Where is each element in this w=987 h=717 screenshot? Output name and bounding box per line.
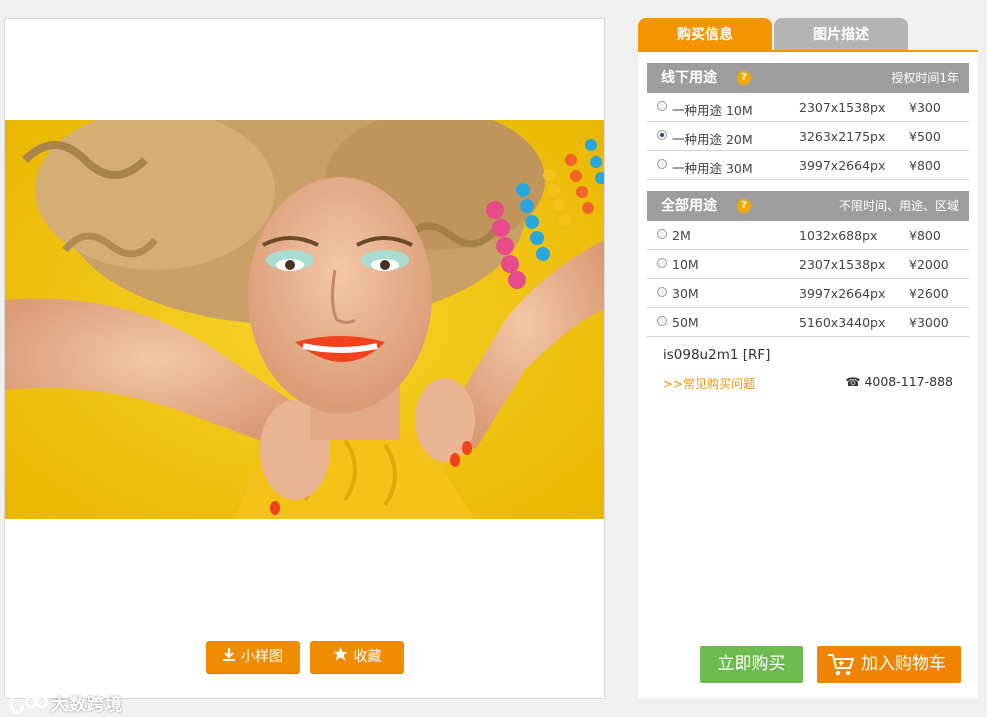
favorite-button[interactable]: 收藏 xyxy=(310,641,404,674)
image-id: is098u2m1 [RF] xyxy=(663,347,771,363)
option-dimensions: 3997x2664px xyxy=(799,158,886,173)
option-price: ¥800 xyxy=(909,158,941,173)
help-icon[interactable]: ? xyxy=(737,71,751,85)
faq-link[interactable]: >>常见购买问题 xyxy=(663,375,755,392)
option-dimensions: 3263x2175px xyxy=(799,129,886,144)
download-thumbnail-label: 小样图 xyxy=(241,649,283,665)
option-dimensions: 2307x1538px xyxy=(799,257,886,272)
section-title: 线下用途 xyxy=(661,70,717,86)
option-price: ¥2000 xyxy=(909,257,949,272)
option-price: ¥800 xyxy=(909,228,941,243)
watermark-logo-icon xyxy=(10,695,49,714)
option-price: ¥300 xyxy=(909,100,941,115)
license-option-row[interactable]: 30M 3997x2664px ¥2600 xyxy=(647,279,969,308)
license-option-row[interactable]: 50M 5160x3440px ¥3000 xyxy=(647,308,969,337)
radio-button[interactable] xyxy=(657,159,667,169)
help-icon[interactable]: ? xyxy=(737,199,751,213)
image-preview-panel: 小样图 收藏 大数跨境 xyxy=(4,18,605,715)
cart-icon xyxy=(827,652,855,691)
section-note: 不限时间、用途、区域 xyxy=(838,199,959,213)
option-name: 50M xyxy=(672,315,699,330)
license-option-row[interactable]: 一种用途 20M 3263x2175px ¥500 xyxy=(647,122,969,151)
option-dimensions: 5160x3440px xyxy=(799,315,886,330)
add-to-cart-button[interactable]: 加入购物车 xyxy=(817,646,961,683)
option-price: ¥2600 xyxy=(909,286,949,301)
photo-illustration xyxy=(5,120,604,519)
radio-button[interactable] xyxy=(657,229,667,239)
option-name: 10M xyxy=(672,257,699,272)
add-to-cart-label: 加入购物车 xyxy=(861,654,946,674)
tab-image-description[interactable]: 图片描述 xyxy=(774,18,908,51)
hotline-number: 4008-117-888 xyxy=(864,374,953,389)
tab-bar: 购买信息 图片描述 xyxy=(638,18,978,52)
tab-purchase-info[interactable]: 购买信息 xyxy=(638,18,772,51)
option-dimensions: 1032x688px xyxy=(799,228,878,243)
radio-button[interactable] xyxy=(657,316,667,326)
option-dimensions: 3997x2664px xyxy=(799,286,886,301)
option-name: 30M xyxy=(672,286,699,301)
option-name: 一种用途 30M xyxy=(672,161,753,176)
section-note: 授权时间1年 xyxy=(891,71,959,85)
section-title: 全部用途 xyxy=(661,198,717,214)
section-header-offline-use: 线下用途 ? 授权时间1年 xyxy=(647,63,969,93)
watermark: 大数跨境 xyxy=(9,693,123,717)
option-name: 一种用途 20M xyxy=(672,132,753,147)
option-price: ¥3000 xyxy=(909,315,949,330)
preview-photo[interactable] xyxy=(5,120,604,519)
license-option-row[interactable]: 一种用途 10M 2307x1538px ¥300 xyxy=(647,93,969,122)
license-option-row[interactable]: 一种用途 30M 3997x2664px ¥800 xyxy=(647,151,969,180)
radio-button-selected[interactable] xyxy=(657,130,667,140)
option-dimensions: 2307x1538px xyxy=(799,100,886,115)
download-thumbnail-button[interactable]: 小样图 xyxy=(206,641,300,674)
radio-button[interactable] xyxy=(657,101,667,111)
favorite-label: 收藏 xyxy=(353,649,382,665)
option-price: ¥500 xyxy=(909,129,941,144)
phone-icon: ☎ xyxy=(845,375,861,389)
watermark-text: 大数跨境 xyxy=(51,695,123,715)
star-icon xyxy=(332,641,348,674)
hotline: ☎ 4008-117-888 xyxy=(845,374,953,389)
license-option-row[interactable]: 2M 1032x688px ¥800 xyxy=(647,221,969,250)
radio-button[interactable] xyxy=(657,258,667,268)
option-name: 一种用途 10M xyxy=(672,103,753,118)
download-icon xyxy=(223,641,235,674)
purchase-panel: 线下用途 ? 授权时间1年 一种用途 10M 2307x1538px ¥300 … xyxy=(638,52,978,698)
radio-button[interactable] xyxy=(657,287,667,297)
section-header-all-use: 全部用途 ? 不限时间、用途、区域 xyxy=(647,191,969,221)
license-option-row[interactable]: 10M 2307x1538px ¥2000 xyxy=(647,250,969,279)
option-name: 2M xyxy=(672,228,691,243)
buy-now-button[interactable]: 立即购买 xyxy=(700,646,803,683)
